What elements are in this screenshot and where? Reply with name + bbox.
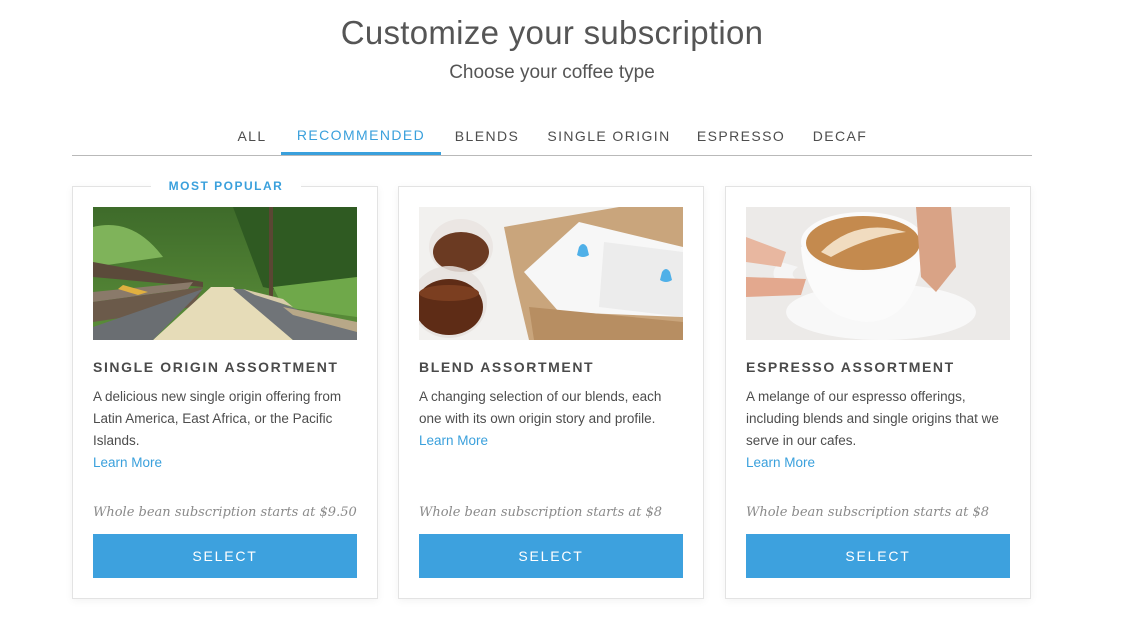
card-description-text: A melange of our espresso offerings, inc… [746, 389, 999, 448]
price-text: Whole bean subscription starts at $8 [746, 505, 990, 520]
page-title: Customize your subscription [340, 14, 764, 51]
tab-espresso[interactable]: ESPRESSO [695, 128, 787, 156]
page-subtitle: Choose your coffee type [449, 62, 655, 83]
tab-decaf[interactable]: DECAF [806, 128, 874, 156]
coffee-type-tabs: ALL RECOMMENDED BLENDS SINGLE ORIGIN ESP… [72, 124, 1032, 156]
tab-all[interactable]: ALL [232, 128, 272, 156]
latte-cup-image [746, 207, 1010, 340]
coffee-drying-beds-image [93, 207, 357, 340]
most-popular-badge: MOST POPULAR [151, 179, 301, 193]
price-text: Whole bean subscription starts at $8 [419, 505, 663, 520]
learn-more-link[interactable]: Learn More [93, 452, 359, 474]
blend-box-image [419, 207, 683, 340]
learn-more-link[interactable]: Learn More [746, 452, 1012, 474]
card-title: SINGLE ORIGIN ASSORTMENT [93, 359, 339, 375]
tab-recommended[interactable]: RECOMMENDED [281, 127, 441, 155]
select-button[interactable]: SELECT [93, 534, 357, 578]
card-description-text: A changing selection of our blends, each… [419, 389, 662, 426]
product-card-blend: BLEND ASSORTMENT A changing selection of… [398, 186, 704, 599]
card-title: ESPRESSO ASSORTMENT [746, 359, 955, 375]
card-description-text: A delicious new single origin offering f… [93, 389, 342, 448]
card-description: A melange of our espresso offerings, inc… [746, 386, 1012, 474]
select-button[interactable]: SELECT [746, 534, 1010, 578]
product-card-single-origin: MOST POPULAR SINGLE ORIGIN ASSORTMENT A … [72, 179, 378, 599]
tab-single-origin[interactable]: SINGLE ORIGIN [542, 128, 676, 156]
price-text: Whole bean subscription starts at $9.50 [93, 505, 357, 520]
card-description: A changing selection of our blends, each… [419, 386, 685, 452]
learn-more-link[interactable]: Learn More [419, 430, 685, 452]
product-card-espresso: ESPRESSO ASSORTMENT A melange of our esp… [725, 186, 1031, 599]
card-title: BLEND ASSORTMENT [419, 359, 595, 375]
select-button[interactable]: SELECT [419, 534, 683, 578]
card-description: A delicious new single origin offering f… [93, 386, 359, 474]
tab-blends[interactable]: BLENDS [450, 128, 524, 156]
